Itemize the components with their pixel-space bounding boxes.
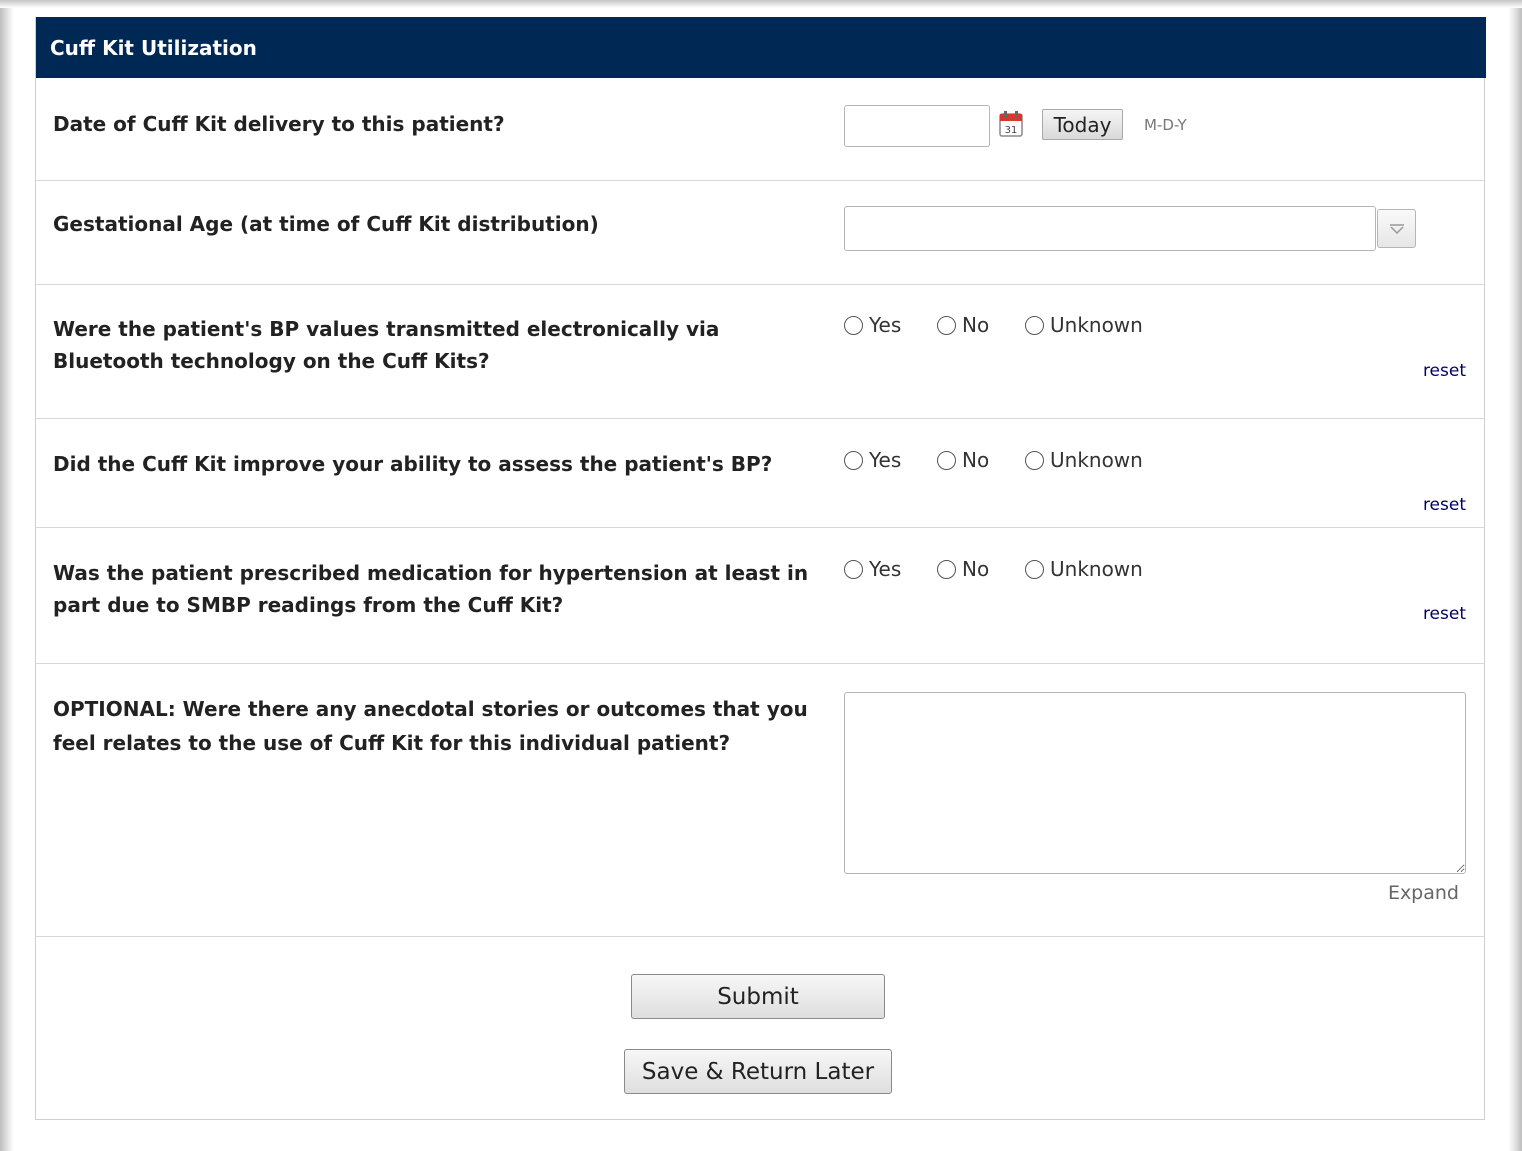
radio-button[interactable]	[1025, 559, 1044, 579]
radio-option-no[interactable]: No	[937, 557, 989, 581]
form-title: Cuff Kit Utilization	[36, 17, 1486, 78]
radio-label: Unknown	[1050, 313, 1143, 337]
radio-label: Yes	[869, 313, 902, 337]
optional-notes-textarea[interactable]	[844, 692, 1466, 874]
save-return-later-button[interactable]: Save & Return Later	[624, 1049, 892, 1094]
radio-label: Unknown	[1050, 448, 1143, 472]
radio-label: No	[962, 313, 990, 337]
radio-option-unknown[interactable]: Unknown	[1025, 448, 1143, 472]
radio-option-yes[interactable]: Yes	[844, 313, 901, 337]
reset-link[interactable]: reset	[1423, 495, 1466, 515]
bluetooth-question-row: Were the patient's BP values transmitted…	[36, 284, 1484, 418]
bluetooth-question-label: Were the patient's BP values transmitted…	[53, 317, 720, 373]
radio-label: No	[962, 557, 990, 581]
survey-form: Cuff Kit Utilization Date of Cuff Kit de…	[35, 17, 1486, 1120]
radio-option-yes[interactable]: Yes	[844, 557, 901, 581]
radio-option-yes[interactable]: Yes	[844, 448, 901, 472]
reset-link[interactable]: reset	[1423, 361, 1466, 381]
radio-button[interactable]	[844, 450, 863, 470]
date-question-label: Date of Cuff Kit delivery to this patien…	[53, 112, 505, 136]
radio-button[interactable]	[1025, 450, 1044, 470]
today-button[interactable]: Today	[1042, 109, 1123, 140]
select-dropdown-button[interactable]	[1377, 209, 1416, 248]
radio-button[interactable]	[844, 315, 863, 335]
calendar-icon[interactable]: 31	[999, 111, 1023, 137]
assess-bp-question-row: Did the Cuff Kit improve your ability to…	[36, 418, 1484, 527]
medication-question-row: Was the patient prescribed medication fo…	[36, 527, 1484, 663]
chevron-down-icon	[1389, 219, 1405, 238]
form-actions-row: Submit Save & Return Later	[36, 936, 1484, 1120]
window-shadow-left	[0, 0, 14, 1151]
window-shadow-top	[0, 0, 1522, 8]
radio-button[interactable]	[844, 559, 863, 579]
reset-link[interactable]: reset	[1423, 604, 1466, 624]
window-shadow-right	[1508, 0, 1522, 1151]
date-question-row: Date of Cuff Kit delivery to this patien…	[36, 78, 1484, 180]
medication-question-label: Was the patient prescribed medication fo…	[53, 561, 809, 617]
optional-question-row: OPTIONAL: Were there any anecdotal stori…	[36, 663, 1484, 936]
expand-link[interactable]: Expand	[1388, 882, 1459, 904]
radio-label: Yes	[869, 557, 902, 581]
gestational-age-label: Gestational Age (at time of Cuff Kit dis…	[53, 212, 599, 236]
radio-option-unknown[interactable]: Unknown	[1025, 313, 1143, 337]
radio-option-no[interactable]: No	[937, 313, 989, 337]
svg-text:31: 31	[1005, 125, 1018, 136]
gestational-age-select[interactable]	[844, 206, 1376, 251]
radio-option-unknown[interactable]: Unknown	[1025, 557, 1143, 581]
date-format-hint: M-D-Y	[1144, 116, 1187, 134]
gestational-age-row: Gestational Age (at time of Cuff Kit dis…	[36, 180, 1484, 284]
radio-button[interactable]	[1025, 315, 1044, 335]
radio-button[interactable]	[937, 450, 956, 470]
radio-label: Yes	[869, 448, 902, 472]
radio-button[interactable]	[937, 315, 956, 335]
optional-question-label: OPTIONAL: Were there any anecdotal stori…	[53, 697, 808, 755]
radio-button[interactable]	[937, 559, 956, 579]
date-input[interactable]	[844, 105, 990, 147]
assess-bp-question-label: Did the Cuff Kit improve your ability to…	[53, 452, 773, 476]
radio-label: No	[962, 448, 990, 472]
submit-button[interactable]: Submit	[631, 974, 885, 1019]
radio-option-no[interactable]: No	[937, 448, 989, 472]
radio-label: Unknown	[1050, 557, 1143, 581]
